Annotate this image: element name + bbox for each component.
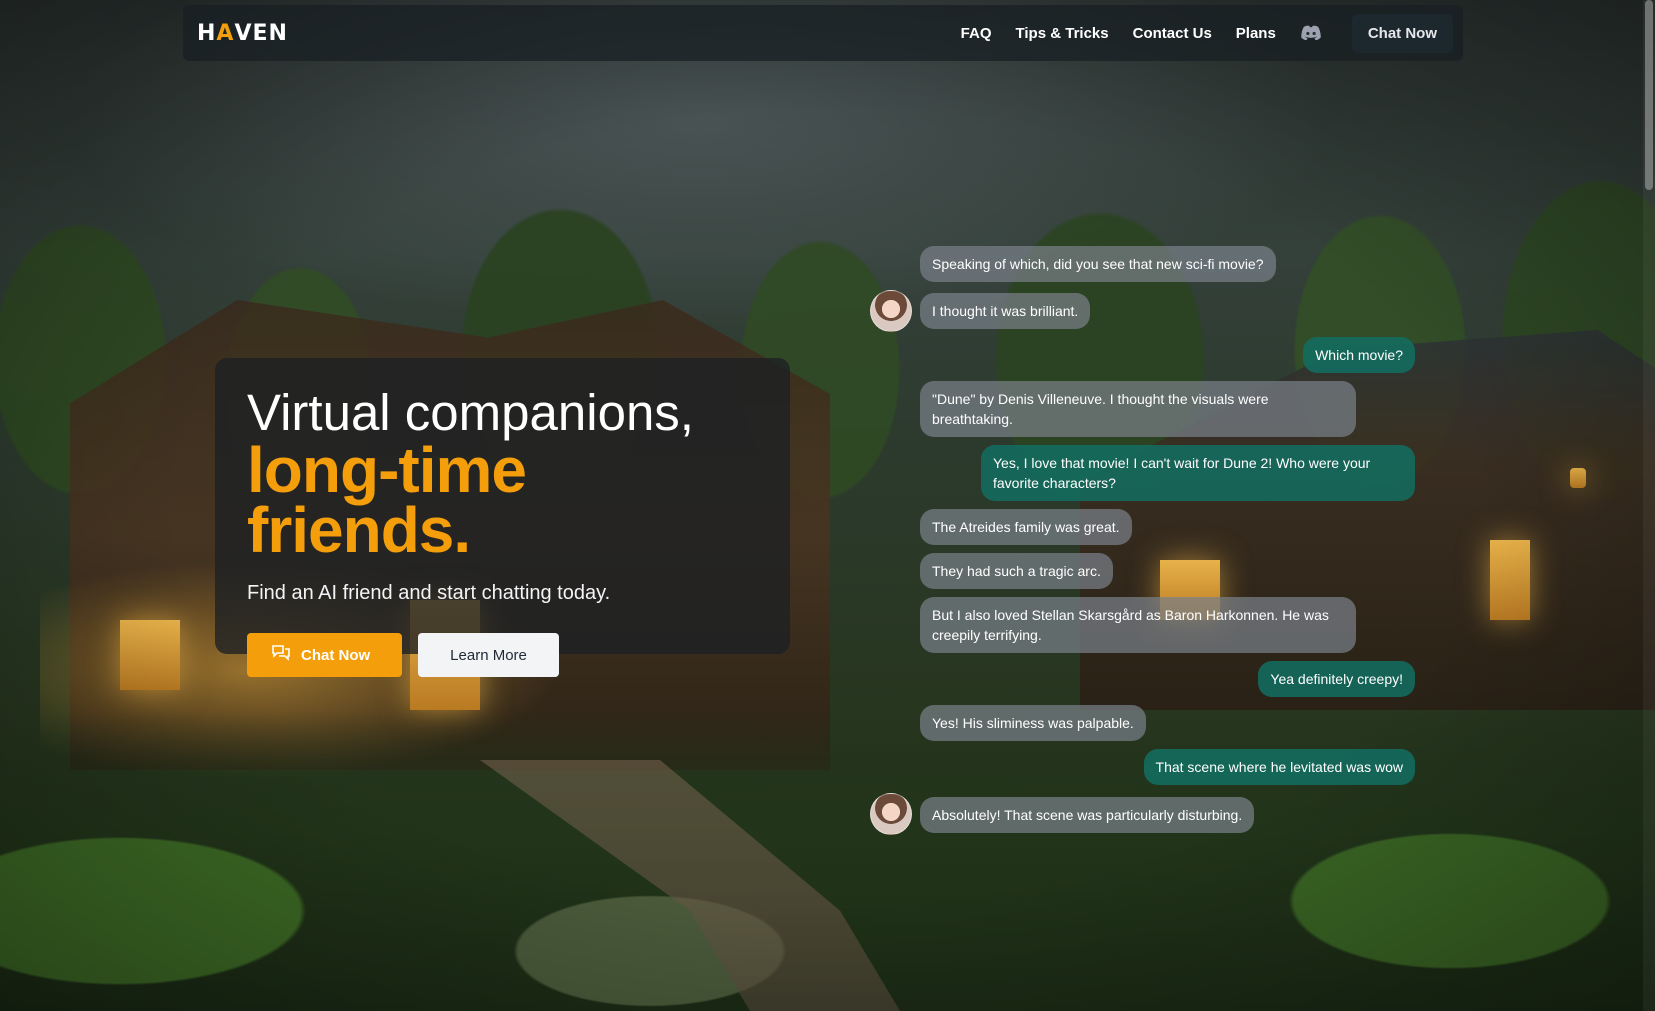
nav-link-contact-us[interactable]: Contact Us (1133, 25, 1212, 42)
chat-message: Which movie? (1303, 337, 1415, 373)
chat-message: Speaking of which, did you see that new … (920, 246, 1276, 282)
discord-icon[interactable] (1300, 25, 1322, 41)
nav-chat-now-button[interactable]: Chat Now (1351, 13, 1453, 53)
user-message-bubble: Yes, I love that movie! I can't wait for… (981, 445, 1415, 501)
ai-message-bubble: The Atreides family was great. (920, 509, 1132, 545)
logo-text-prefix: H (197, 20, 217, 46)
learn-more-button[interactable]: Learn More (418, 633, 559, 677)
nav-link-plans[interactable]: Plans (1236, 25, 1276, 42)
nav-links: FAQ Tips & Tricks Contact Us Plans Chat … (961, 13, 1453, 53)
ai-message-bubble: Speaking of which, did you see that new … (920, 246, 1276, 282)
chat-message: But I also loved Stellan Skarsgård as Ba… (920, 597, 1356, 653)
hero-title-line1: Virtual companions, (247, 384, 694, 441)
chat-message: They had such a tragic arc. (920, 553, 1113, 589)
chat-message: Yea definitely creepy! (1258, 661, 1415, 697)
chat-now-button[interactable]: Chat Now (247, 633, 403, 677)
nav-link-faq[interactable]: FAQ (961, 25, 992, 42)
ai-message-bubble: "Dune" by Denis Villeneuve. I thought th… (920, 381, 1356, 437)
chat-message: Yes, I love that movie! I can't wait for… (981, 445, 1415, 501)
hero-subtitle: Find an AI friend and start chatting tod… (247, 582, 611, 604)
hero-buttons: Chat Now Learn More (247, 633, 758, 677)
logo[interactable]: H A VEN (197, 21, 288, 46)
hero-title-line2: long-time friends. (247, 434, 527, 566)
ai-message-bubble: They had such a tragic arc. (920, 553, 1113, 589)
scrollbar[interactable] (1643, 0, 1655, 1011)
scrollbar-thumb[interactable] (1645, 0, 1653, 190)
chat-message: I thought it was brilliant. (920, 293, 1091, 329)
user-message-bubble: Yea definitely creepy! (1258, 661, 1415, 697)
ai-message-bubble: Yes! His sliminess was palpable. (920, 705, 1146, 741)
ai-message-bubble: I thought it was brilliant. (920, 293, 1091, 329)
chat-now-label: Chat Now (301, 646, 371, 664)
chat-message: Yes! His sliminess was palpable. (920, 705, 1146, 741)
chat-bubbles-icon (271, 644, 291, 666)
ai-message-bubble: Absolutely! That scene was particularly … (920, 797, 1255, 833)
navbar: H A VEN FAQ Tips & Tricks Contact Us Plans… (183, 5, 1463, 61)
logo-text-suffix: VEN (234, 20, 288, 46)
hero-card: Virtual companions, long-time friends. F… (215, 358, 790, 677)
companion-avatar (870, 290, 912, 332)
chat-message: The Atreides family was great. (920, 509, 1132, 545)
chat-message: Absolutely! That scene was particularly … (920, 797, 1255, 833)
user-message-bubble: That scene where he levitated was wow (1143, 749, 1415, 785)
logo-text-accent: A (216, 20, 235, 46)
nav-link-tips-tricks[interactable]: Tips & Tricks (1016, 25, 1109, 42)
chat-message: That scene where he levitated was wow (1143, 749, 1415, 785)
chat-message: "Dune" by Denis Villeneuve. I thought th… (920, 381, 1356, 437)
ai-message-bubble: But I also loved Stellan Skarsgård as Ba… (920, 597, 1356, 653)
user-message-bubble: Which movie? (1303, 337, 1415, 373)
companion-avatar (870, 793, 912, 835)
